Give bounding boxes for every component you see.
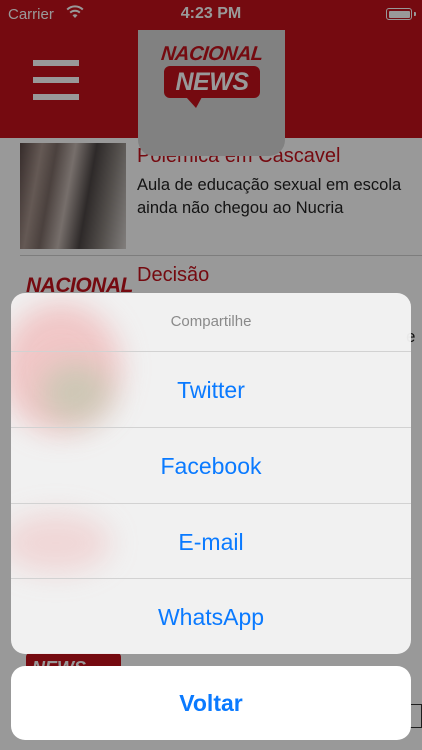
share-facebook-button[interactable]: Facebook bbox=[11, 428, 411, 504]
share-whatsapp-button[interactable]: WhatsApp bbox=[11, 579, 411, 654]
cancel-button[interactable]: Voltar bbox=[11, 666, 411, 740]
share-action-sheet: Compartilhe Twitter Facebook E-mail What… bbox=[11, 293, 411, 654]
share-twitter-button[interactable]: Twitter bbox=[11, 352, 411, 428]
share-sheet-title: Compartilhe bbox=[170, 313, 252, 330]
share-email-button[interactable]: E-mail bbox=[11, 504, 411, 580]
